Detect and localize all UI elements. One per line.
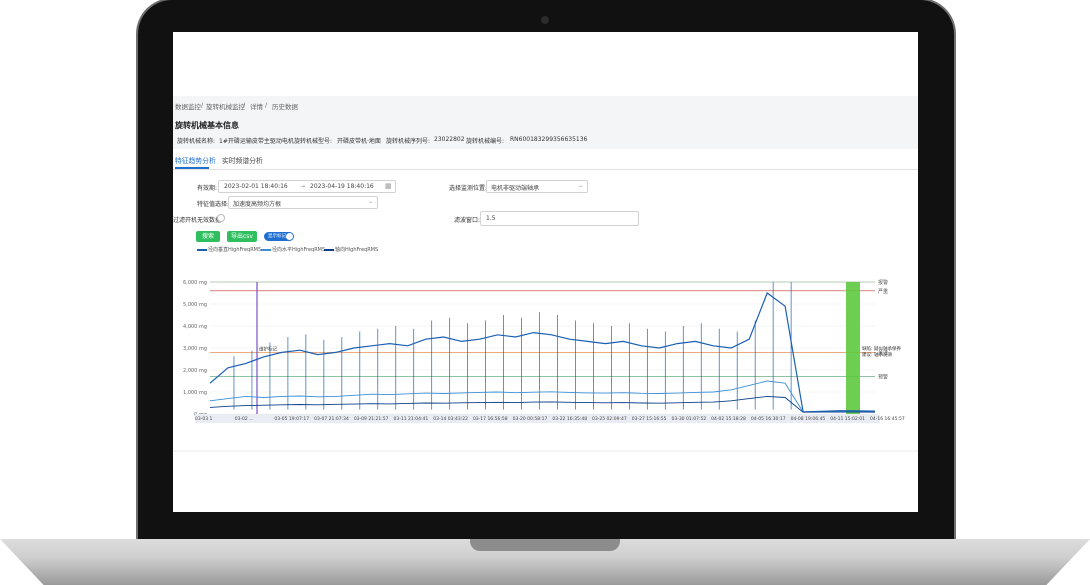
feature-label: 特征值选择: — [197, 201, 230, 208]
breadcrumb-item[interactable]: 数据监控 — [175, 101, 201, 111]
x-tick-label: 04-02 15:18:28 — [711, 416, 746, 422]
filter-label: 过滤开机无效数据: — [173, 217, 224, 224]
toggle-label: 显示标记 — [268, 234, 286, 239]
y-tick-label: 6,000 mg — [183, 280, 207, 286]
legend-swatch — [261, 249, 271, 251]
legend-swatch — [324, 249, 334, 251]
active-tab-indicator — [175, 167, 209, 169]
legend-swatch — [197, 249, 207, 251]
threshold-label: 严重 — [878, 288, 888, 295]
breadcrumb-separator: / — [265, 101, 268, 109]
chevron-down-icon[interactable]: ⌄ — [368, 198, 373, 205]
x-tick-label: 03-09 21:21:57 — [354, 416, 389, 422]
x-tick-label: 03-05 19:07:17 — [274, 416, 309, 422]
tab-trend-analysis[interactable]: 特征趋势分析 — [175, 155, 216, 165]
x-tick-label: 03-11 21:04:41 — [394, 416, 429, 422]
x-tick-label: 03-20 00:58:17 — [513, 416, 548, 422]
y-tick-label: 1,000 mg — [183, 390, 207, 396]
window-value[interactable]: 1.5 — [486, 215, 496, 222]
info-label: 旋转机械名称: — [177, 138, 216, 145]
calendar-icon[interactable]: ▦ — [385, 182, 392, 190]
laptop-notch — [470, 539, 620, 551]
x-tick-label: 04-08 19:06:45 — [791, 416, 826, 422]
tab-spectrum-analysis[interactable]: 实时频谱分析 — [222, 155, 263, 165]
annotation-text: 缺陷: 疑似轴承保养 — [862, 345, 901, 352]
search-button[interactable]: 搜索 — [196, 231, 220, 242]
date-start[interactable]: 2023-02-01 18:40:16 — [224, 183, 288, 190]
threshold-label: 预警 — [878, 374, 888, 381]
info-value: 开磷皮带机·地面 — [337, 138, 381, 145]
y-tick-label: 4,000 mg — [183, 324, 207, 330]
x-tick-label: 03-25 02:09:47 — [592, 416, 627, 422]
legend-item[interactable]: 径向水平HighFreqRMS — [272, 246, 325, 253]
x-tick-label: 04-16 16:45:57 — [870, 416, 905, 422]
breadcrumb-item[interactable]: 详情 — [250, 101, 263, 111]
position-label: 选择监测位置: — [449, 185, 488, 192]
export-csv-button[interactable]: 导出csv — [227, 231, 257, 242]
marker-label: 维护标记 — [259, 345, 277, 352]
filter-radio[interactable] — [217, 214, 225, 222]
breadcrumb-current: 历史数据 — [272, 103, 298, 111]
y-tick-label: 3,000 mg — [183, 346, 207, 352]
position-value: 电机非驱动端轴承 — [491, 185, 540, 192]
x-tick-label: 03-02 ... — [235, 416, 254, 422]
position-select[interactable]: 电机非驱动端轴承 ⌄ — [486, 180, 588, 193]
info-label: 旋转机械序列号: — [386, 138, 431, 145]
date-range-label: 有效期: — [197, 185, 218, 192]
info-value: 23022802 — [434, 136, 465, 143]
x-tick-label: 03-07 21:07:34 — [314, 416, 349, 422]
legend-item[interactable]: 径向垂直HighFreqRMS — [208, 246, 261, 253]
info-label: 旋转机械编号: — [466, 138, 505, 145]
camera-icon — [541, 16, 549, 24]
date-range-picker[interactable]: 2023-02-01 18:40:16 → 2023-04-19 18:40:1… — [218, 180, 396, 193]
alarm-band — [846, 282, 860, 414]
tab-bar: 特征趋势分析 实时频谱分析 — [173, 149, 918, 170]
window-label: 滤波窗口: — [454, 217, 481, 224]
toggle-knob — [286, 233, 293, 240]
info-label: 旋转机械型号: — [294, 138, 333, 145]
breadcrumb-separator: / — [243, 101, 246, 109]
breadcrumb-item[interactable]: 旋转机械监控 — [206, 101, 245, 111]
x-tick-label: 03-27 15:16:55 — [632, 416, 667, 422]
feature-value: 加速度高频均方根 — [233, 201, 282, 208]
info-value: 1#开磷运输皮带主驱动电机 — [219, 138, 294, 145]
date-separator: → — [300, 183, 306, 190]
x-tick-label: 03-30 01:07:52 — [671, 416, 706, 422]
series-line — [209, 395, 876, 413]
show-marker-toggle[interactable]: 显示标记 — [264, 232, 294, 241]
threshold-label: 报警 — [878, 279, 888, 286]
breadcrumb-separator: / — [201, 101, 204, 109]
y-tick-label: 5,000 mg — [183, 302, 207, 308]
x-tick-label: 03-03 1 — [195, 416, 213, 422]
info-value: RN600183299356635136 — [510, 136, 588, 143]
date-end[interactable]: 2023-04-19 18:40:16 — [310, 183, 374, 190]
x-tick-label: 04-05 16:30:17 — [751, 416, 786, 422]
y-tick-label: 2,000 mg — [183, 368, 207, 374]
x-tick-label: 03-14 03:43:22 — [433, 416, 468, 422]
x-tick-label: 04-11 15:02:01 — [830, 416, 865, 422]
window-input[interactable]: 1.5 — [480, 211, 639, 226]
legend-item[interactable]: 轴向HighFreqRMS — [335, 246, 378, 253]
app-screen: 数据监控 / 旋转机械监控 / 详情 / 历史数据 旋转机械基本信息 旋转机械名… — [173, 32, 918, 512]
x-tick-label: 03-17 16:56:58 — [473, 416, 508, 422]
annotation-text: 建议: 轴承润滑 — [862, 351, 892, 358]
x-tick-label: 03-22 16:35:48 — [552, 416, 587, 422]
chevron-down-icon[interactable]: ⌄ — [578, 182, 583, 189]
trend-chart[interactable]: 0 mg1,000 mg2,000 mg3,000 mg4,000 mg5,00… — [173, 272, 918, 432]
feature-select[interactable]: 加速度高频均方根 ⌄ — [228, 196, 378, 209]
page-title: 旋转机械基本信息 — [175, 121, 239, 130]
